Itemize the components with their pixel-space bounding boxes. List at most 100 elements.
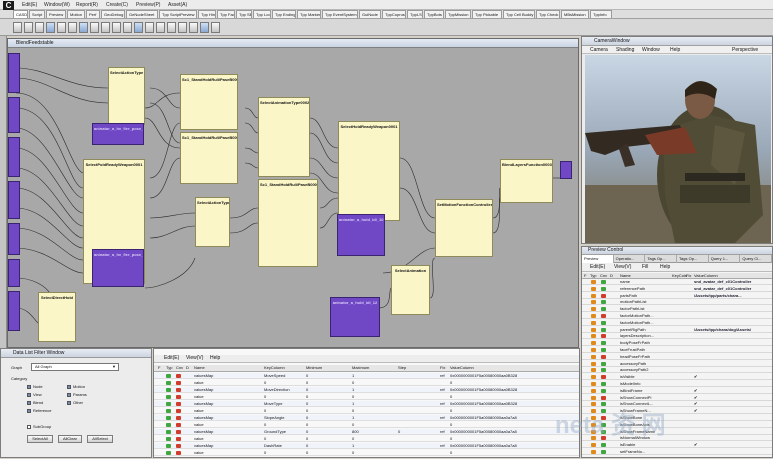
subgroup-checkbox[interactable]: SubGroup <box>27 424 51 429</box>
table-row[interactable]: valuesMap SlopeAngle 0 1 ref 0x0000000001F5a0… <box>154 415 579 421</box>
table-row[interactable]: value 0 0 0 0 <box>154 436 579 442</box>
graph-animation-node[interactable]: aninator_a_hold_idl_12 <box>330 297 380 337</box>
toolbar-new-icon[interactable] <box>13 21 22 33</box>
tab-ending[interactable]: Tpp Ending <box>272 10 296 18</box>
table-row[interactable]: valuesMap MoveSpeed 0 1 ref 0x0000000001F5a00… <box>154 373 579 379</box>
preview-row[interactable]: name snd_avatar_def_c01Controller <box>582 280 772 285</box>
tab-geodebug[interactable]: GeoDebug <box>101 10 125 18</box>
table-row[interactable]: valuesMap MoveType 0 1 ref 0x0000000001F5a000… <box>154 401 579 407</box>
category-blend-checkbox[interactable]: Blend <box>27 400 43 405</box>
tab-se[interactable]: Tpp SE <box>236 10 252 18</box>
menu-report[interactable]: Report(R) <box>76 2 98 8</box>
table-row[interactable]: valuesMap MoveDirection 0 1 ref 0x0000000001F… <box>154 387 579 393</box>
all-select-button[interactable]: AllSelect <box>87 435 113 443</box>
tab-perf[interactable]: Perf <box>86 10 100 18</box>
preview-row[interactable]: isEnable ✔ <box>582 443 772 449</box>
graph-input-node[interactable] <box>8 223 20 255</box>
preview-menu-edit[interactable]: Edit(E) <box>590 263 605 271</box>
graph-node[interactable]: SelectActionType0000 <box>195 197 230 247</box>
graph-input-node[interactable] <box>8 291 20 331</box>
preview-row[interactable]: factorMotionPath... <box>582 320 772 326</box>
table-menu-help[interactable]: Help <box>210 355 220 362</box>
tab-marker[interactable]: Tpp Marker <box>297 10 321 18</box>
toolbar-undo-icon[interactable] <box>178 21 187 33</box>
tab-genodesheet[interactable]: GeNodeSheet <box>126 10 158 18</box>
table-row[interactable]: valuesMap DashRate 0 1 ref 0x0000000001F5a000… <box>154 443 579 449</box>
table-row[interactable]: value 0 0 0 0 <box>154 380 579 386</box>
category-params-checkbox[interactable]: Params <box>67 392 87 397</box>
toolbar-run-icon[interactable] <box>200 21 209 33</box>
toolbar-settings-icon[interactable] <box>145 21 154 33</box>
toolbar-help-icon[interactable] <box>211 21 220 33</box>
preview-row-value[interactable]: ✔ <box>694 389 697 393</box>
camera-menu-window[interactable]: Window <box>642 47 660 53</box>
preview-row-value[interactable]: /Assets/tpp/chara/dog/Assets/ <box>694 328 751 332</box>
preview-tab[interactable]: Tags Op... <box>677 255 709 263</box>
graph-select[interactable]: All Graph ▼ <box>31 363 119 371</box>
tab-loop[interactable]: Tpp Loop <box>253 10 271 18</box>
preview-row[interactable]: layersDescription... <box>582 334 772 340</box>
graph-output-node[interactable] <box>560 161 572 179</box>
toolbar-refresh-icon[interactable] <box>167 21 176 33</box>
preview-row[interactable]: accessoryPath2 <box>582 368 772 374</box>
graph-input-node[interactable] <box>8 97 20 133</box>
tab-motion[interactable]: Motion <box>67 10 85 18</box>
tab-eventsystem[interactable]: Tpp EventSystem <box>322 10 358 18</box>
graph-node[interactable]: Sc1_StandHoldRuli/PaseB0005 <box>258 179 318 267</box>
toolbar-step-icon[interactable] <box>68 21 77 33</box>
tab-pickable[interactable]: Tpp Pickable <box>472 10 502 18</box>
preview-row[interactable]: accessoryPath <box>582 361 772 367</box>
graph-node[interactable]: BlendLayersFunction0003 <box>500 159 553 203</box>
category-view-checkbox[interactable]: View <box>27 392 42 397</box>
preview-row[interactable]: factorMotionPath... <box>582 314 772 319</box>
preview-row-value[interactable]: ✔ <box>694 375 697 379</box>
graph-node[interactable]: SelectActionType <box>108 67 145 125</box>
graph-node[interactable]: SetMotionFunctionController <box>435 199 493 257</box>
preview-row[interactable]: motionPathList <box>582 300 772 306</box>
toolbar-zoom-icon[interactable] <box>123 21 132 33</box>
graph-input-node[interactable] <box>8 259 20 287</box>
tab-tppinfo[interactable]: TppInfo <box>590 10 612 18</box>
table-row[interactable]: value 0 0 0 0 <box>154 450 579 456</box>
preview-row[interactable]: isModelInfo <box>582 382 772 387</box>
preview-row[interactable]: setFrameNo... <box>582 450 772 455</box>
menu-edit[interactable]: Edit(E) <box>22 2 37 8</box>
preview-row-value[interactable]: ✔ <box>694 402 697 406</box>
toolbar-save-icon[interactable] <box>35 21 44 33</box>
preview-row[interactable]: headPoseFrPath <box>582 354 772 360</box>
select-all-button[interactable]: SelectAll <box>27 435 53 443</box>
preview-tab[interactable]: Tags Op... <box>645 255 678 263</box>
camera-mode[interactable]: Perspective <box>732 47 758 53</box>
graph-animation-node[interactable]: aninator_a_hv_fire_pose_01 <box>92 123 144 145</box>
category-other-checkbox[interactable]: Other <box>67 400 83 405</box>
toolbar-redo-icon[interactable] <box>189 21 198 33</box>
graph-input-node[interactable] <box>8 53 20 93</box>
preview-menu-fill[interactable]: Fill <box>642 263 648 271</box>
preview-row-value[interactable]: ✔ <box>694 443 697 447</box>
toolbar-link-icon[interactable] <box>112 21 121 33</box>
camera-menu-camera[interactable]: Camera <box>590 47 608 53</box>
graph-animation-node[interactable]: aninator_a_hold_idl_10 <box>337 214 385 256</box>
table-row[interactable]: value 0 0 0 0 <box>154 422 579 428</box>
tab-coprus[interactable]: TppCoprus <box>382 10 406 18</box>
camera-menu-help[interactable]: Help <box>670 47 680 53</box>
preview-menu-view[interactable]: View(V) <box>614 263 631 271</box>
tab-fade[interactable]: Tpp Fade <box>217 10 235 18</box>
graph-node[interactable]: SelectDirectHold <box>38 292 76 342</box>
toolbar-open-icon[interactable] <box>24 21 33 33</box>
preview-row[interactable]: factorPathList <box>582 307 772 313</box>
menu-preview[interactable]: Preview(P) <box>136 2 160 8</box>
tab-tppbots[interactable]: TppBots <box>424 10 444 18</box>
tab-cellbuddy[interactable]: Tpp Cell Buddy <box>503 10 535 18</box>
table-row[interactable]: value 0 0 0 0 <box>154 394 579 400</box>
preview-row[interactable]: isBindFrame ✔ <box>582 388 772 394</box>
graph-node[interactable]: SelectHoldReadyWeapon0001 <box>338 121 400 221</box>
graph-input-node[interactable] <box>8 181 20 219</box>
tab-script[interactable]: Script <box>29 10 45 18</box>
table-menu-edit[interactable]: Edit(E) <box>164 355 179 362</box>
menu-create[interactable]: Create(C) <box>106 2 128 8</box>
tab-scriptpreview[interactable]: Tpp ScriptPreview <box>159 10 197 18</box>
toolbar-camera-icon[interactable] <box>79 21 88 33</box>
preview-row-value[interactable]: ✔ <box>694 409 697 413</box>
tab-check[interactable]: Tpp Check <box>536 10 560 18</box>
